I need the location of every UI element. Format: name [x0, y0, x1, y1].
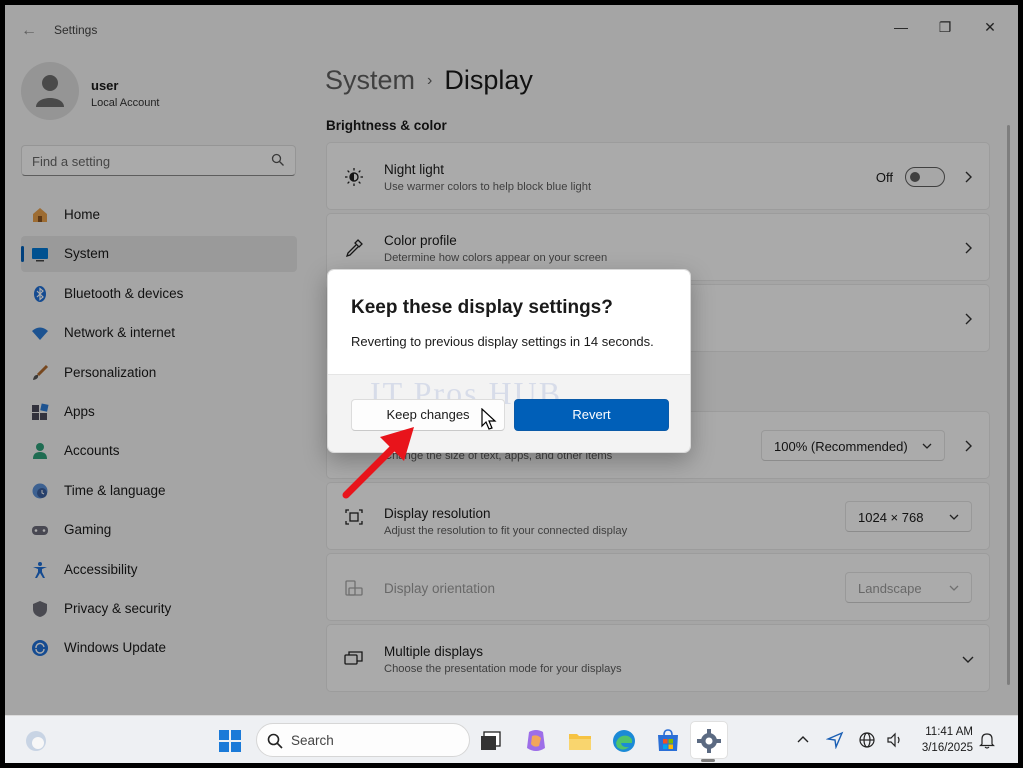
dialog-title: Keep these display settings?: [351, 297, 613, 318]
start-icon[interactable]: [217, 728, 243, 754]
annotation-arrow-icon: [342, 427, 414, 499]
clock-date: 3/16/2025: [921, 742, 973, 754]
notification-bell-icon[interactable]: [978, 731, 996, 749]
clock-time: 11:41 AM: [925, 726, 973, 738]
store-icon[interactable]: [655, 728, 681, 754]
settings-gear-icon[interactable]: [696, 728, 722, 754]
widgets-icon[interactable]: [23, 728, 49, 754]
system-clock[interactable]: 11:41 AM 3/16/2025: [915, 724, 973, 756]
search-icon: [267, 733, 283, 749]
chevron-up-icon[interactable]: [795, 732, 811, 748]
volume-icon[interactable]: [886, 731, 904, 749]
taskbar: Search 11:41 AM 3/16/2025: [5, 715, 1018, 763]
task-view-icon[interactable]: [478, 728, 504, 754]
active-app-indicator: [701, 759, 715, 762]
taskbar-search-label: Search: [291, 733, 334, 748]
taskbar-search[interactable]: Search: [256, 723, 470, 757]
location-icon[interactable]: [826, 731, 844, 749]
mouse-cursor-icon: [481, 408, 497, 430]
file-explorer-icon[interactable]: [567, 728, 593, 754]
settings-window: ← Settings — ❐ ✕ user Local Account Home: [5, 5, 1018, 763]
copilot-icon[interactable]: [523, 728, 549, 754]
dialog-message: Reverting to previous display settings i…: [351, 334, 654, 349]
edge-icon[interactable]: [611, 728, 637, 754]
revert-button[interactable]: Revert: [514, 399, 669, 431]
network-globe-icon[interactable]: [858, 731, 876, 749]
dialog-content: Keep these display settings? Reverting t…: [328, 270, 690, 374]
